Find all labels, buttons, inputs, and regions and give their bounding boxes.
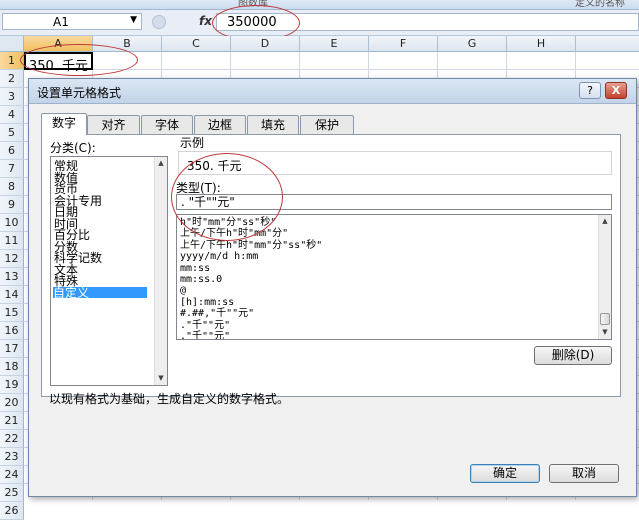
ribbon-strip: 图数库 定义的名称 <box>0 0 639 10</box>
category-item[interactable]: 文本 <box>54 264 149 276</box>
scroll-up-icon[interactable]: ▲ <box>155 157 167 170</box>
scroll-down-icon[interactable]: ▼ <box>599 326 611 339</box>
tab-fill[interactable]: 填充 <box>247 115 299 134</box>
tab-alignment[interactable]: 对齐 <box>87 115 140 134</box>
category-list[interactable]: 自定义 特殊 文本 科学记数 分数 百分比 时间 日期 会计专用 货币 数值 常规 ▲ ▼ <box>50 156 168 386</box>
help-button[interactable]: ? <box>579 82 601 99</box>
category-item[interactable]: 常规 <box>54 160 149 172</box>
row-header[interactable]: 20 <box>0 394 24 412</box>
category-item[interactable]: 科学记数 <box>54 252 149 264</box>
category-item[interactable]: 百分比 <box>54 229 149 241</box>
tab-font[interactable]: 字体 <box>141 115 193 134</box>
dialog-title: 设置单元格格式 <box>37 86 122 100</box>
ribbon-group-label-right: 定义的名称 <box>575 0 625 9</box>
formula-bar-grip <box>150 13 190 31</box>
name-box-value: A1 <box>53 15 69 29</box>
row-header[interactable]: 16 <box>0 322 24 340</box>
row-header[interactable]: 12 <box>0 250 24 268</box>
row-header[interactable]: 4 <box>0 106 24 124</box>
row-header[interactable]: 23 <box>0 448 24 466</box>
category-item[interactable]: 日期 <box>54 206 149 218</box>
annotation-circle <box>171 153 283 241</box>
format-item[interactable]: #.##,"千""元" <box>180 308 254 319</box>
row-header[interactable]: 14 <box>0 286 24 304</box>
format-item[interactable]: [h]:mm:ss <box>180 297 234 308</box>
row-header[interactable]: 25 <box>0 484 24 502</box>
format-item[interactable]: yyyy/m/d h:mm <box>180 251 258 262</box>
format-item[interactable]: mm:ss <box>180 263 210 274</box>
function-icon[interactable]: fx <box>199 14 212 28</box>
name-box[interactable]: A1 ▼ <box>2 13 142 30</box>
row-header[interactable]: 9 <box>0 196 24 214</box>
format-item[interactable]: mm:ss.0 <box>180 274 222 285</box>
sample-label: 示例 <box>180 136 205 150</box>
row-header[interactable]: 7 <box>0 160 24 178</box>
scrollbar-thumb[interactable] <box>600 313 610 325</box>
row-header[interactable]: 15 <box>0 304 24 322</box>
delete-button[interactable]: 删除(D) <box>534 346 612 365</box>
category-item[interactable]: 时间 <box>54 218 149 230</box>
format-item[interactable]: 上午/下午h"时"mm"分"ss"秒" <box>180 240 322 251</box>
row-header[interactable]: 11 <box>0 232 24 250</box>
row-header[interactable]: 5 <box>0 124 24 142</box>
row-header[interactable]: 26 <box>0 502 24 520</box>
grip-icon <box>152 15 166 29</box>
ok-button[interactable]: 确定 <box>470 464 540 483</box>
row-header[interactable]: 10 <box>0 214 24 232</box>
category-scrollbar[interactable]: ▲ ▼ <box>154 157 167 385</box>
format-item[interactable]: ."千""元" <box>180 331 230 339</box>
column-header[interactable]: H <box>507 36 576 52</box>
category-label: 分类(C): <box>50 141 96 155</box>
category-item[interactable]: 自定义 <box>53 286 147 299</box>
select-all-corner[interactable] <box>0 36 24 52</box>
column-header[interactable] <box>576 36 639 52</box>
row-header[interactable]: 13 <box>0 268 24 286</box>
row-header[interactable]: 8 <box>0 178 24 196</box>
annotation-circle <box>20 44 138 76</box>
category-item[interactable]: 特殊 <box>54 275 149 287</box>
number-tab-panel: 分类(C): 自定义 特殊 文本 科学记数 分数 百分比 时间 日期 会计专用 货币 数值 常规 ▲ … <box>41 134 621 397</box>
category-item[interactable]: 货币 <box>54 183 149 195</box>
row-header[interactable]: 6 <box>0 142 24 160</box>
row-header[interactable]: 21 <box>0 412 24 430</box>
row-header[interactable]: 24 <box>0 466 24 484</box>
column-header[interactable]: E <box>300 36 369 52</box>
category-item[interactable]: 分数 <box>54 241 149 253</box>
category-item[interactable]: 会计专用 <box>54 195 149 207</box>
cancel-button[interactable]: 取消 <box>549 464 619 483</box>
format-item[interactable]: @ <box>180 285 186 296</box>
format-scrollbar[interactable]: ▲ ▼ <box>598 215 611 339</box>
row-header[interactable]: 18 <box>0 358 24 376</box>
format-item[interactable]: ."千""元" <box>180 320 230 331</box>
row-header[interactable]: 22 <box>0 430 24 448</box>
row-header[interactable]: 19 <box>0 376 24 394</box>
format-cells-dialog: 设置单元格格式 ? X 数字 对齐 字体 边框 填充 保护 分类(C): 自定义… <box>28 78 637 497</box>
row-header[interactable]: 17 <box>0 340 24 358</box>
column-header[interactable]: C <box>162 36 231 52</box>
format-description: 以现有格式为基础，生成自定义的数字格式。 <box>49 392 290 406</box>
chevron-down-icon[interactable]: ▼ <box>130 15 137 25</box>
close-button[interactable]: X <box>605 82 627 99</box>
row-header[interactable]: 2 <box>0 70 24 88</box>
column-header[interactable]: F <box>369 36 438 52</box>
tab-border[interactable]: 边框 <box>194 115 246 134</box>
tab-protection[interactable]: 保护 <box>300 115 354 134</box>
row-header[interactable]: 3 <box>0 88 24 106</box>
formula-bar: A1 ▼ fx 350000 <box>0 10 639 36</box>
column-header[interactable]: G <box>438 36 507 52</box>
column-header[interactable]: D <box>231 36 300 52</box>
tab-number[interactable]: 数字 <box>41 113 87 135</box>
scroll-up-icon[interactable]: ▲ <box>599 215 611 228</box>
dialog-titlebar[interactable]: 设置单元格格式 ? X <box>29 79 636 104</box>
category-item[interactable]: 数值 <box>54 172 149 184</box>
scroll-down-icon[interactable]: ▼ <box>155 372 167 385</box>
